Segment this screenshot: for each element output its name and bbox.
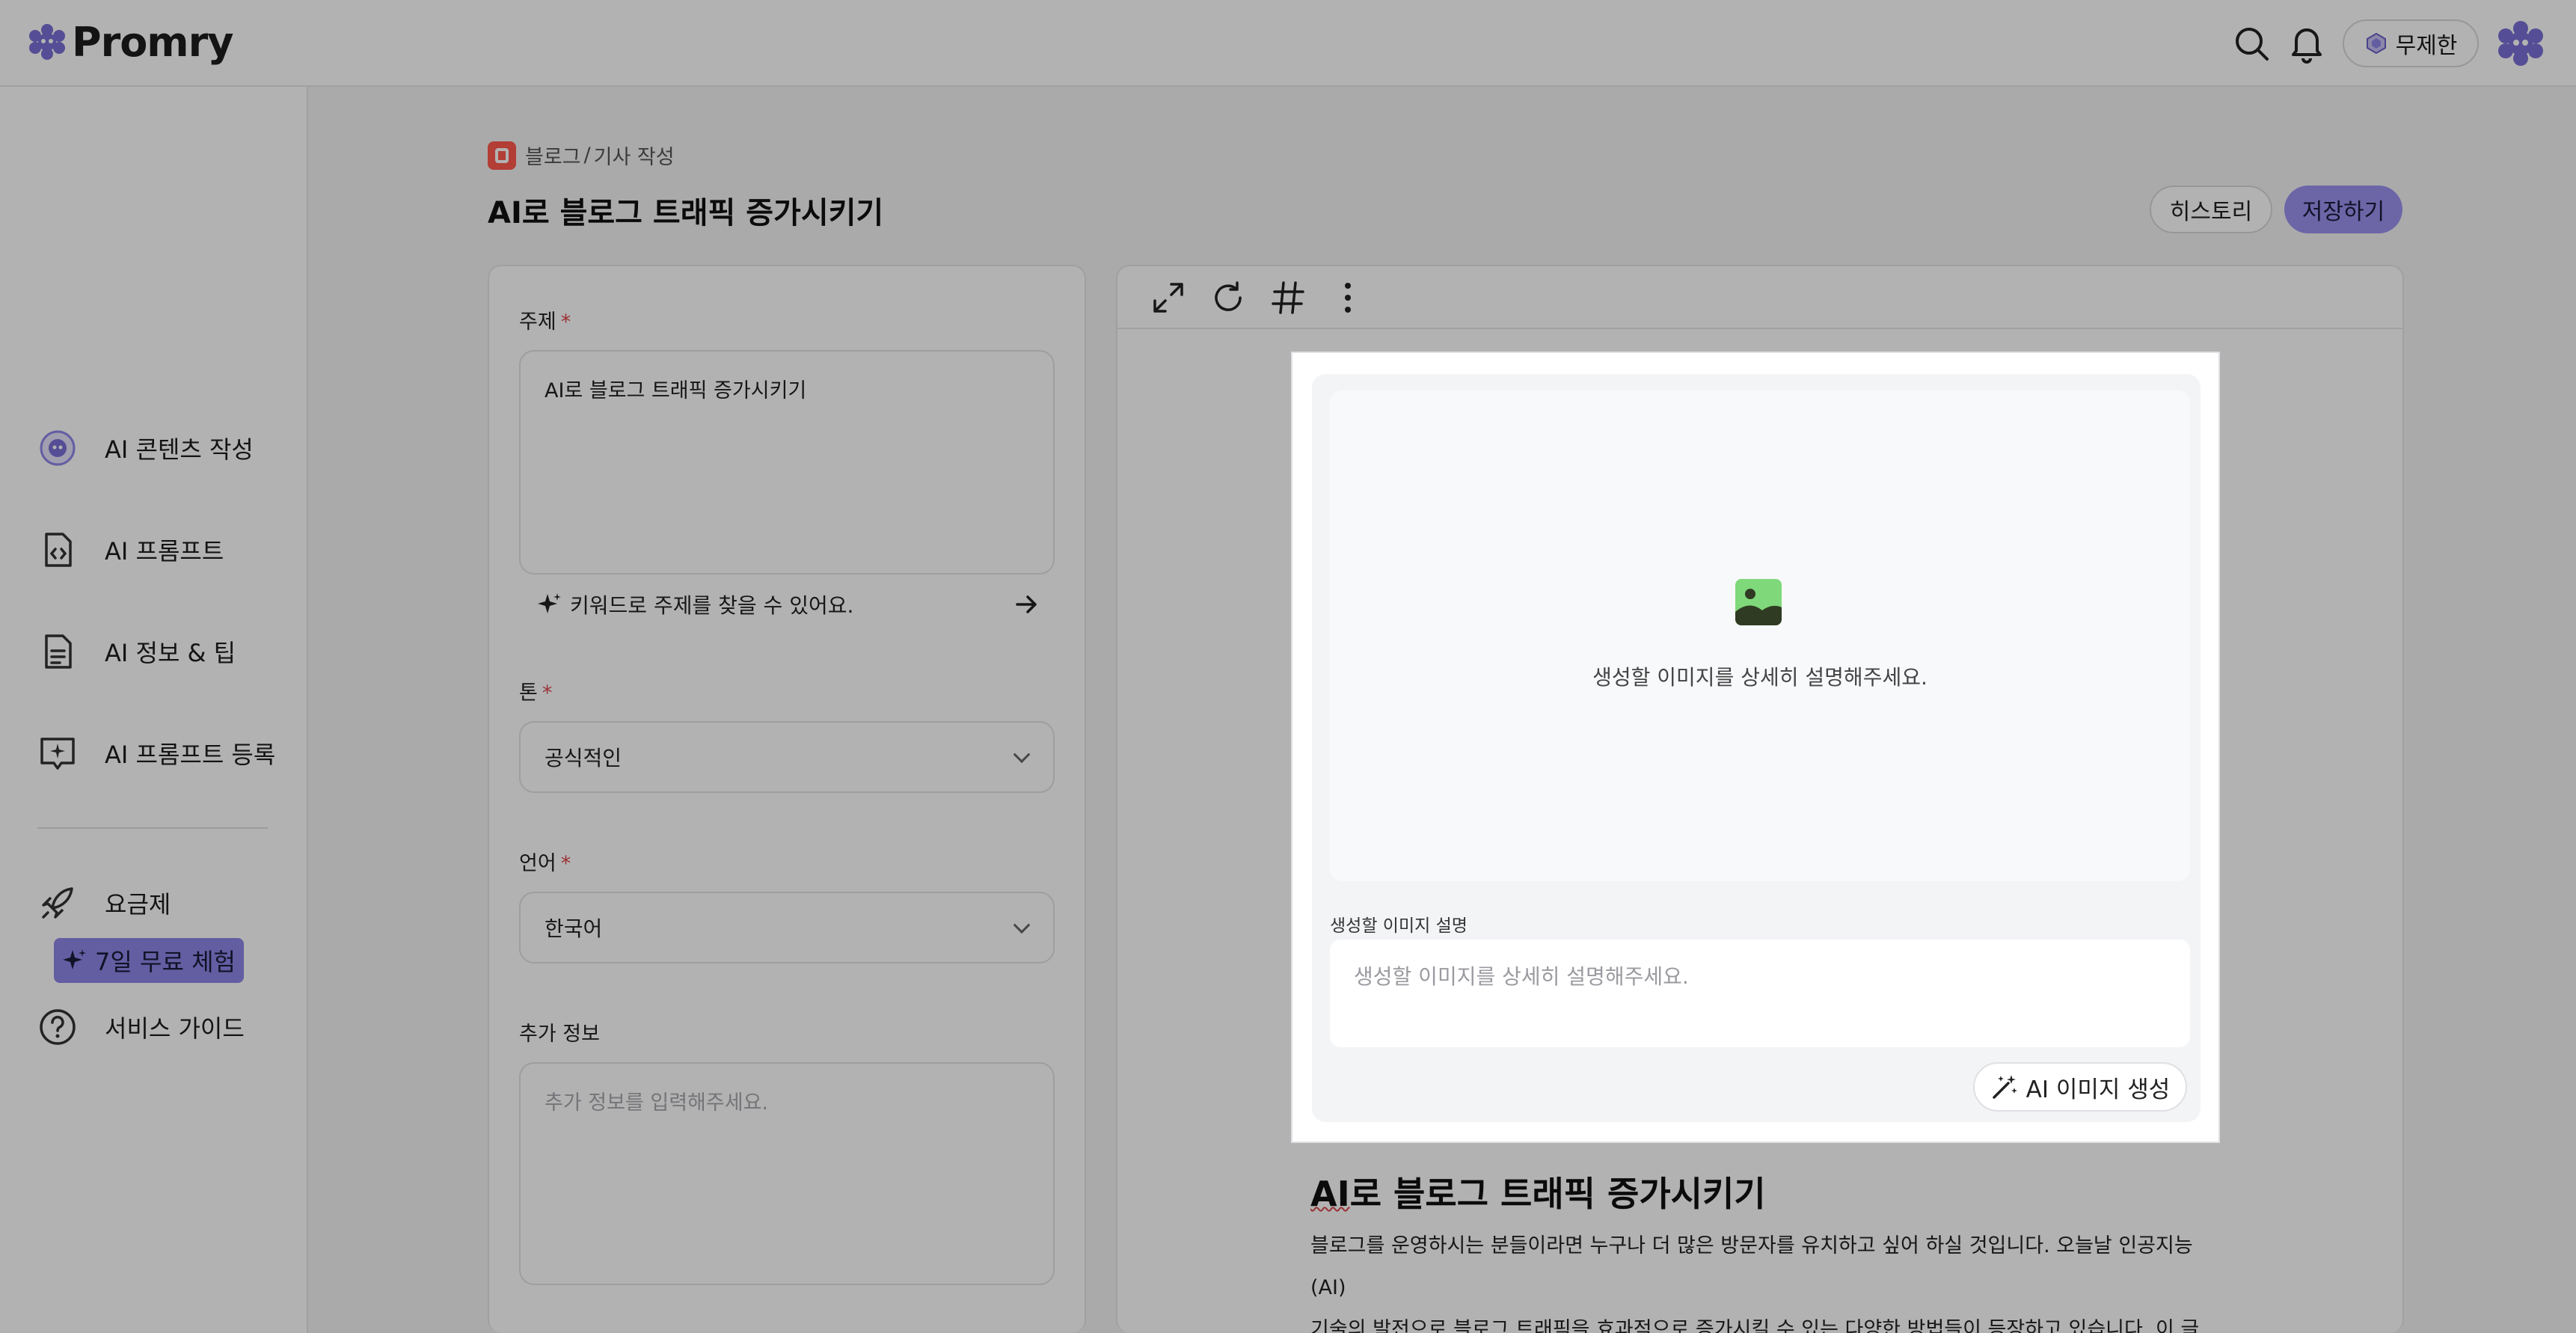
topic-textarea[interactable]: AI로 블로그 트래픽 증가시키기: [519, 350, 1055, 574]
keyword-hint: 키워드로 주제를 찾을 수 있어요.: [570, 593, 854, 618]
ai-content-icon: [40, 430, 76, 466]
language-label: 언어 *: [519, 852, 571, 875]
gem-icon: [2366, 32, 2386, 55]
keyword-search-link[interactable]: 키워드로 주제를 찾을 수 있어요.: [537, 588, 1040, 621]
logo-text: Promry: [72, 18, 233, 66]
sidebar-item-service-guide[interactable]: 서비스 가이드: [37, 1007, 245, 1047]
sidebar-item-prompt-register[interactable]: AI 프롬프트 등록: [37, 733, 275, 773]
more-vertical-icon[interactable]: [1328, 278, 1367, 317]
expand-icon[interactable]: [1149, 278, 1188, 317]
plan-badge[interactable]: 무제한: [2343, 19, 2479, 67]
sidebar-item-ai-info-tips[interactable]: AI 정보 & 팁: [37, 631, 236, 672]
ai-image-generate-label: AI 이미지 생성: [2025, 1076, 2171, 1103]
bell-icon[interactable]: [2286, 21, 2328, 64]
extra-info-placeholder: 추가 정보를 입력해주세요.: [545, 1091, 768, 1115]
doc-line: 기술의 발전으로 블로그 트래픽을 효과적으로 증가시킬 수 있는 다양한 방법…: [1310, 1318, 2200, 1333]
document-body[interactable]: 블로그를 운영하시는 분들이라면 누구나 더 많은 방문자를 유치하고 싶어 하…: [1310, 1225, 2208, 1333]
sidebar-item-label: 서비스 가이드: [105, 1014, 245, 1043]
topic-value: AI로 블로그 트래픽 증가시키기: [545, 379, 807, 402]
hashtag-icon[interactable]: [1269, 278, 1307, 317]
chevron-down-icon: [1013, 916, 1031, 934]
doc-title-rest: 로 블로그 트래픽 증가시키기: [1349, 1174, 1766, 1214]
blog-icon: [488, 141, 516, 170]
required-mark: *: [560, 852, 571, 875]
breadcrumb-separator: /: [583, 144, 591, 167]
image-block-inner: 생성할 이미지를 상세히 설명해주세요. 생성할 이미지 설명 생성할 이미지를…: [1312, 374, 2201, 1122]
sparkle-icon: [63, 949, 87, 969]
ai-image-generate-button[interactable]: AI 이미지 생성: [1973, 1062, 2187, 1112]
save-button[interactable]: 저장하기: [2284, 186, 2402, 233]
page-title: AI로 블로그 트래픽 증가시키기: [488, 196, 884, 230]
logo[interactable]: Promry: [28, 15, 233, 69]
breadcrumb: 블로그 / 기사 작성: [488, 141, 675, 170]
sparkle-icon: [538, 593, 561, 613]
document-icon: [45, 634, 72, 669]
history-button[interactable]: 히스토리: [2150, 186, 2272, 233]
plan-label: 무제한: [2395, 33, 2458, 59]
sidebar-item-label: 요금제: [105, 890, 171, 919]
trial-badge[interactable]: 7일 무료 체험: [54, 938, 244, 983]
document-title[interactable]: AI로 블로그 트래픽 증가시키기: [1310, 1167, 1766, 1216]
doc-line: 블로그를 운영하시는 분들이라면 누구나 더 많은 방문자를 유치하고 싶어 하…: [1310, 1234, 2193, 1299]
sidebar-item-ai-prompt[interactable]: AI 프롬프트: [37, 530, 224, 570]
image-generation-block: 생성할 이미지를 상세히 설명해주세요. 생성할 이미지 설명 생성할 이미지를…: [1291, 352, 2220, 1143]
magic-wand-icon: [1992, 1075, 2017, 1099]
chat-sparkle-icon: [40, 738, 75, 770]
doc-title-prefix: AI: [1310, 1174, 1350, 1214]
trial-badge-label: 7일 무료 체험: [95, 948, 236, 976]
language-value: 한국어: [545, 916, 603, 941]
code-file-icon: [45, 533, 72, 567]
top-header: Promry 무제한: [0, 0, 2576, 87]
help-icon: [40, 1009, 76, 1045]
editor-toolbar: [1117, 266, 2402, 329]
breadcrumb-category[interactable]: 블로그: [525, 141, 581, 170]
image-description-input[interactable]: 생성할 이미지를 상세히 설명해주세요.: [1330, 940, 2190, 1047]
avatar[interactable]: [2497, 19, 2545, 67]
language-select[interactable]: 한국어: [519, 892, 1055, 963]
refresh-icon[interactable]: [1209, 278, 1248, 317]
image-preview-area[interactable]: 생성할 이미지를 상세히 설명해주세요.: [1330, 390, 2190, 881]
form-panel: 주제 * AI로 블로그 트래픽 증가시키기 키워드로 주제를 찾을 수 있어요.…: [488, 265, 1086, 1333]
sidebar-item-label: AI 정보 & 팁: [105, 639, 236, 667]
topic-label: 주제 *: [519, 310, 571, 334]
search-icon[interactable]: [2230, 22, 2272, 64]
chevron-down-icon: [1013, 746, 1031, 764]
image-preview-hint: 생성할 이미지를 상세히 설명해주세요.: [1592, 665, 1928, 690]
required-mark: *: [542, 681, 553, 705]
sidebar-item-label: AI 프롬프트 등록: [105, 741, 276, 769]
sidebar-item-ai-content[interactable]: AI 콘텐츠 작성: [37, 428, 254, 468]
breadcrumb-page: 기사 작성: [593, 146, 675, 169]
tone-label: 톤 *: [519, 681, 553, 705]
tone-select[interactable]: 공식적인: [519, 721, 1055, 793]
sidebar-divider: [37, 827, 268, 829]
image-block-frame: 생성할 이미지를 상세히 설명해주세요. 생성할 이미지 설명 생성할 이미지를…: [1291, 352, 2220, 1143]
tone-value: 공식적인: [545, 746, 622, 770]
logo-mark-icon: [29, 24, 65, 60]
image-description-label: 생성할 이미지 설명: [1330, 916, 1468, 936]
extra-info-textarea[interactable]: 추가 정보를 입력해주세요.: [519, 1062, 1055, 1285]
sidebar-item-label: AI 콘텐츠 작성: [105, 435, 254, 464]
sidebar: AI 콘텐츠 작성 AI 프롬프트 AI 정보 & 팁 AI 프롬프트 등록 요: [0, 87, 308, 1333]
image-description-placeholder: 생성할 이미지를 상세히 설명해주세요.: [1354, 964, 1689, 989]
sidebar-item-label: AI 프롬프트: [105, 537, 224, 566]
rocket-icon: [42, 887, 73, 919]
image-icon: [1735, 579, 1782, 625]
arrow-right-icon[interactable]: [1013, 591, 1040, 618]
required-mark: *: [560, 310, 571, 334]
sidebar-item-pricing[interactable]: 요금제: [37, 883, 171, 923]
extra-info-label: 추가 정보: [519, 1023, 600, 1046]
